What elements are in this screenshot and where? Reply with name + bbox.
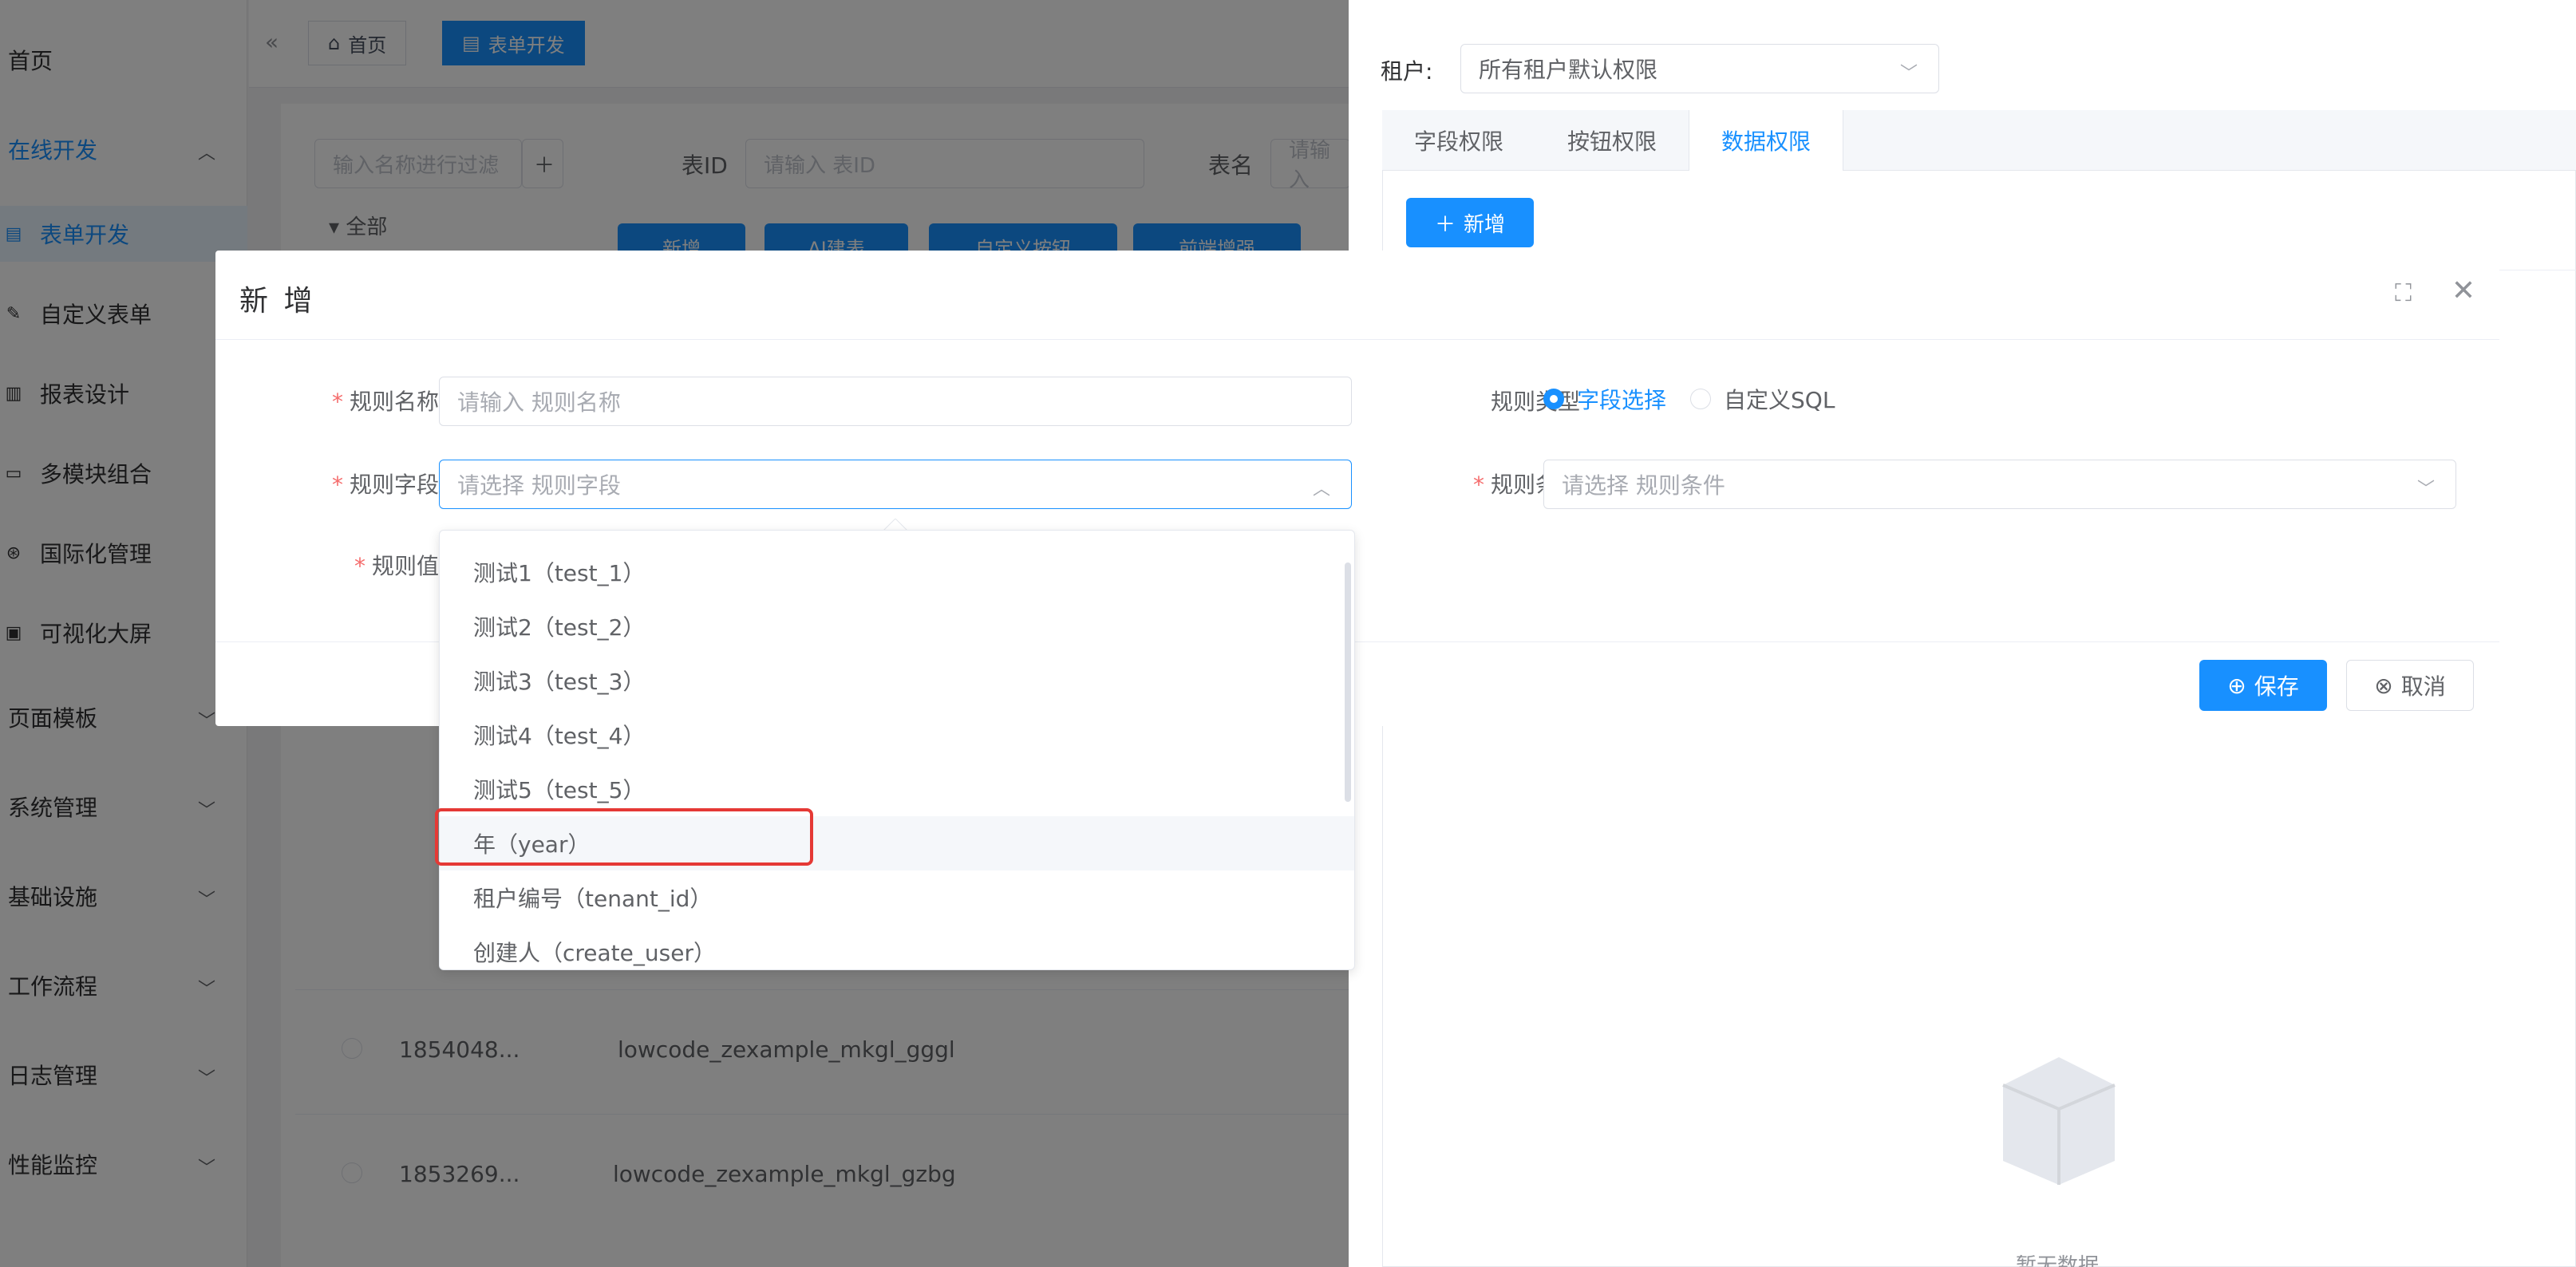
dropdown-option[interactable]: 测试2（test_2） xyxy=(440,599,1354,653)
tab-button-permission[interactable]: 按钮权限 xyxy=(1535,110,1689,171)
rule-value-label: * 规则值 xyxy=(354,553,439,579)
radio-custom-sql[interactable] xyxy=(1690,389,1712,409)
tenant-select[interactable]: 所有租户默认权限 ﹀ xyxy=(1460,44,1939,93)
rule-field-label: * 规则字段 xyxy=(331,472,439,498)
highlight-box xyxy=(435,808,813,866)
radio-field-select[interactable] xyxy=(1543,389,1564,409)
drawer-tabs: 字段权限 按钮权限 数据权限 xyxy=(1382,110,2576,171)
cancel-button[interactable]: ⊗ 取消 xyxy=(2346,660,2474,711)
empty-box-icon xyxy=(2002,1057,2116,1185)
chevron-down-icon: ﹀ xyxy=(2416,480,2435,499)
dropdown-option[interactable]: 创建人（create_user） xyxy=(440,925,1354,969)
save-button[interactable]: ⊕ 保存 xyxy=(2199,660,2327,711)
empty-text: 暂无数据 xyxy=(2016,1254,2100,1267)
chevron-up-icon: ︿ xyxy=(1312,480,1330,499)
drawer-add-button[interactable]: ＋新增 xyxy=(1406,198,1534,247)
dropdown-option[interactable]: 测试3（test_3） xyxy=(440,653,1354,708)
dropdown-option[interactable]: 测试4（test_4） xyxy=(440,708,1354,762)
plus-circle-icon: ⊕ xyxy=(2227,672,2246,699)
tab-data-permission[interactable]: 数据权限 xyxy=(1689,110,1844,171)
rule-field-select[interactable]: 请选择 规则字段 ︿ xyxy=(439,460,1352,509)
rule-name-label: * 规则名称 xyxy=(331,389,439,415)
dropdown-option[interactable]: 租户编号（tenant_id） xyxy=(440,870,1354,925)
rule-name-input[interactable]: 请输入 规则名称 xyxy=(439,377,1352,426)
modal-title: 新 增 xyxy=(239,285,316,318)
modal-header: 新 增 ⛶ ✕ xyxy=(215,251,2499,340)
plus-icon: ＋ xyxy=(1434,212,1456,237)
dropdown-scrollbar[interactable] xyxy=(1345,562,1351,802)
rule-condition-select[interactable]: 请选择 规则条件 ﹀ xyxy=(1543,460,2456,509)
chevron-down-icon: ﹀ xyxy=(1899,64,1918,84)
fullscreen-icon[interactable]: ⛶ xyxy=(2395,279,2412,307)
close-icon[interactable]: ✕ xyxy=(2452,274,2475,307)
rule-type-radio-group: 字段选择 自定义SQL xyxy=(1543,383,1835,415)
tenant-label: 租户: xyxy=(1381,58,1433,85)
dropdown-option[interactable]: 测试1（test_1） xyxy=(440,545,1354,599)
close-circle-icon: ⊗ xyxy=(2374,672,2393,699)
tab-field-permission[interactable]: 字段权限 xyxy=(1382,110,1535,171)
rule-field-dropdown: 测试1（test_1） 测试2（test_2） 测试3（test_3） 测试4（… xyxy=(439,530,1355,970)
